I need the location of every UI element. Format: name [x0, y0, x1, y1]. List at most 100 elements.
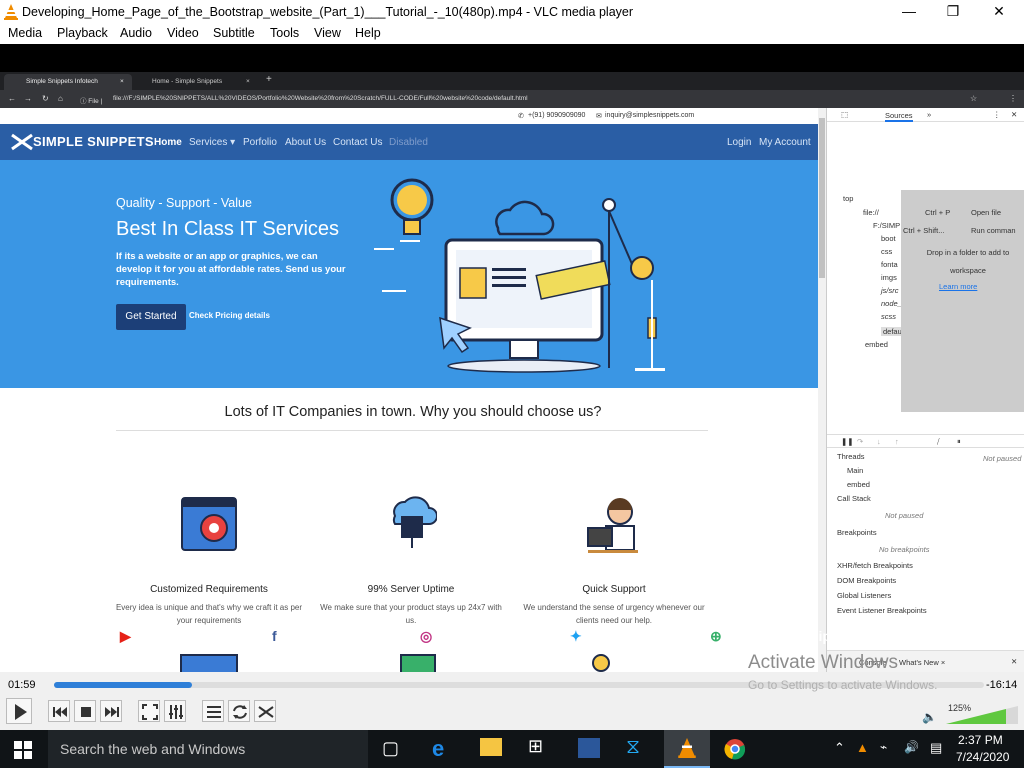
next-button[interactable]	[100, 700, 122, 722]
tree-item[interactable]: css	[881, 247, 892, 256]
devtools-menu-icon[interactable]: ⋮	[993, 110, 1001, 119]
url-field[interactable]: file:///F:/SIMPLE%20SNIPPETS/ALL%20VIDEO…	[113, 95, 528, 102]
tab-close-icon[interactable]: ×	[120, 74, 124, 90]
tree-item-embed[interactable]: embed	[865, 340, 888, 349]
scrollbar-thumb[interactable]	[819, 118, 825, 278]
fullscreen-icon	[142, 704, 158, 720]
nav-about[interactable]: About Us	[285, 137, 326, 148]
nav-services[interactable]: Services ▾	[189, 137, 235, 148]
word-icon[interactable]	[578, 738, 600, 758]
deactivate-breakpoints-icon[interactable]: ⧸	[937, 437, 940, 447]
taskbar-search-box[interactable]: Search the web and Windows	[48, 730, 368, 768]
back-icon[interactable]: ←	[8, 94, 16, 103]
menu-subtitle[interactable]: Subtitle	[213, 26, 255, 40]
tree-item-folder[interactable]: F:/SIMP	[873, 221, 900, 230]
reload-icon[interactable]: ↻	[42, 94, 49, 103]
store-icon[interactable]: ⊞	[528, 736, 543, 757]
chrome-tab-2[interactable]: Home - Simple Snippets ×	[130, 74, 260, 90]
drawer-tab-whats-new[interactable]: What's New ×	[899, 658, 945, 667]
more-tabs-icon[interactable]: »	[927, 110, 931, 119]
vscode-icon[interactable]: ⧖	[626, 736, 640, 759]
step-over-icon[interactable]: ↷	[857, 437, 863, 446]
menu-video[interactable]: Video	[167, 26, 199, 40]
dom-breakpoints[interactable]: DOM Breakpoints	[837, 576, 896, 585]
email-address[interactable]: inquiry@simplesnippets.com	[605, 112, 694, 119]
bookmark-star-icon[interactable]: ☆	[970, 94, 977, 103]
forward-icon[interactable]: →	[24, 94, 32, 103]
tree-item[interactable]: js/src	[881, 286, 899, 295]
thread-main[interactable]: Main	[847, 466, 863, 475]
pricing-link[interactable]: Check Pricing details	[189, 311, 270, 320]
pause-icon[interactable]: ❚❚	[841, 437, 854, 446]
nav-login[interactable]: Login	[727, 137, 751, 148]
tree-item[interactable]: scss	[881, 312, 896, 321]
minimize-button[interactable]: —	[886, 0, 932, 24]
tree-item[interactable]: fonta	[881, 260, 898, 269]
file-explorer-icon[interactable]	[480, 738, 502, 756]
menu-audio[interactable]: Audio	[120, 26, 152, 40]
chrome-tab-1[interactable]: Simple Snippets Infotech ×	[4, 74, 132, 90]
fullscreen-button[interactable]	[138, 700, 160, 722]
threads-header[interactable]: Threads	[837, 452, 865, 461]
nav-my-account[interactable]: My Account	[759, 137, 811, 148]
play-button[interactable]	[6, 698, 32, 724]
tree-item[interactable]: node_	[881, 299, 902, 308]
windows-start-icon[interactable]	[14, 741, 32, 759]
pause-exceptions-icon[interactable]: ⏸	[957, 437, 961, 447]
loop-button[interactable]	[228, 700, 250, 722]
menu-playback[interactable]: Playback	[57, 26, 108, 40]
shuffle-button[interactable]	[254, 700, 276, 722]
tree-item[interactable]: imgs	[881, 273, 897, 282]
taskbar-vlc[interactable]	[664, 730, 710, 768]
edge-icon[interactable]: e	[432, 736, 444, 762]
call-stack-header[interactable]: Call Stack	[837, 494, 871, 503]
volume-tray-icon[interactable]: 🔊	[904, 740, 919, 754]
inspect-icon[interactable]: ⬚	[841, 110, 848, 119]
step-into-icon[interactable]: ↓	[877, 437, 881, 446]
tray-chevron-icon[interactable]: ⌃	[834, 740, 845, 756]
tree-item[interactable]: boot	[881, 234, 896, 243]
tree-item-top[interactable]: top	[843, 194, 853, 203]
menu-view[interactable]: View	[314, 26, 341, 40]
home-icon[interactable]: ⌂	[58, 94, 63, 103]
devtools-close-icon[interactable]: ✕	[1011, 110, 1017, 119]
site-logo[interactable]: SIMPLE SNIPPETS	[33, 134, 154, 149]
step-out-icon[interactable]: ↑	[895, 437, 899, 446]
chrome-menu-icon[interactable]: ⋮	[1009, 94, 1017, 103]
learn-more-link[interactable]: Learn more	[939, 282, 977, 291]
extended-settings-button[interactable]	[164, 700, 186, 722]
video-area[interactable]: Simple Snippets Infotech × Home - Simple…	[0, 44, 1024, 672]
xhr-breakpoints[interactable]: XHR/fetch Breakpoints	[837, 561, 913, 570]
menu-help[interactable]: Help	[355, 26, 381, 40]
tree-item-file[interactable]: file://	[863, 208, 879, 217]
new-tab-button[interactable]: +	[266, 74, 272, 85]
volume-slider[interactable]	[944, 704, 1020, 726]
tab-sources[interactable]: Sources	[885, 111, 913, 122]
task-view-icon[interactable]: ▢	[382, 738, 399, 759]
get-started-button[interactable]: Get Started	[116, 304, 186, 330]
maximize-button[interactable]: ❐	[930, 0, 976, 24]
clock-date[interactable]: 7/24/2020	[956, 750, 1009, 764]
thread-embed[interactable]: embed	[847, 480, 870, 489]
nav-home[interactable]: Home	[154, 137, 182, 148]
network-icon[interactable]: ⌁	[880, 740, 887, 754]
page-scrollbar[interactable]	[818, 108, 826, 672]
chrome-icon[interactable]	[724, 738, 746, 760]
tray-vlc-icon[interactable]: ▲	[856, 740, 869, 755]
menu-media[interactable]: Media	[8, 26, 42, 40]
previous-button[interactable]	[48, 700, 70, 722]
menu-tools[interactable]: Tools	[270, 26, 299, 40]
drawer-close-icon[interactable]: ✕	[1011, 657, 1017, 666]
tab-close-icon[interactable]: ×	[246, 74, 250, 90]
clock-time[interactable]: 2:37 PM	[958, 733, 1003, 747]
action-center-icon[interactable]: ▤	[930, 740, 942, 756]
close-button[interactable]: ✕	[976, 0, 1022, 24]
nav-portfolio[interactable]: Porfolio	[243, 137, 277, 148]
speaker-icon[interactable]: 🔈	[922, 710, 937, 724]
stop-button[interactable]	[74, 700, 96, 722]
breakpoints-header[interactable]: Breakpoints	[837, 528, 877, 537]
playlist-button[interactable]	[202, 700, 224, 722]
event-listener-breakpoints[interactable]: Event Listener Breakpoints	[837, 606, 927, 615]
nav-contact[interactable]: Contact Us	[333, 137, 382, 148]
global-listeners[interactable]: Global Listeners	[837, 591, 891, 600]
